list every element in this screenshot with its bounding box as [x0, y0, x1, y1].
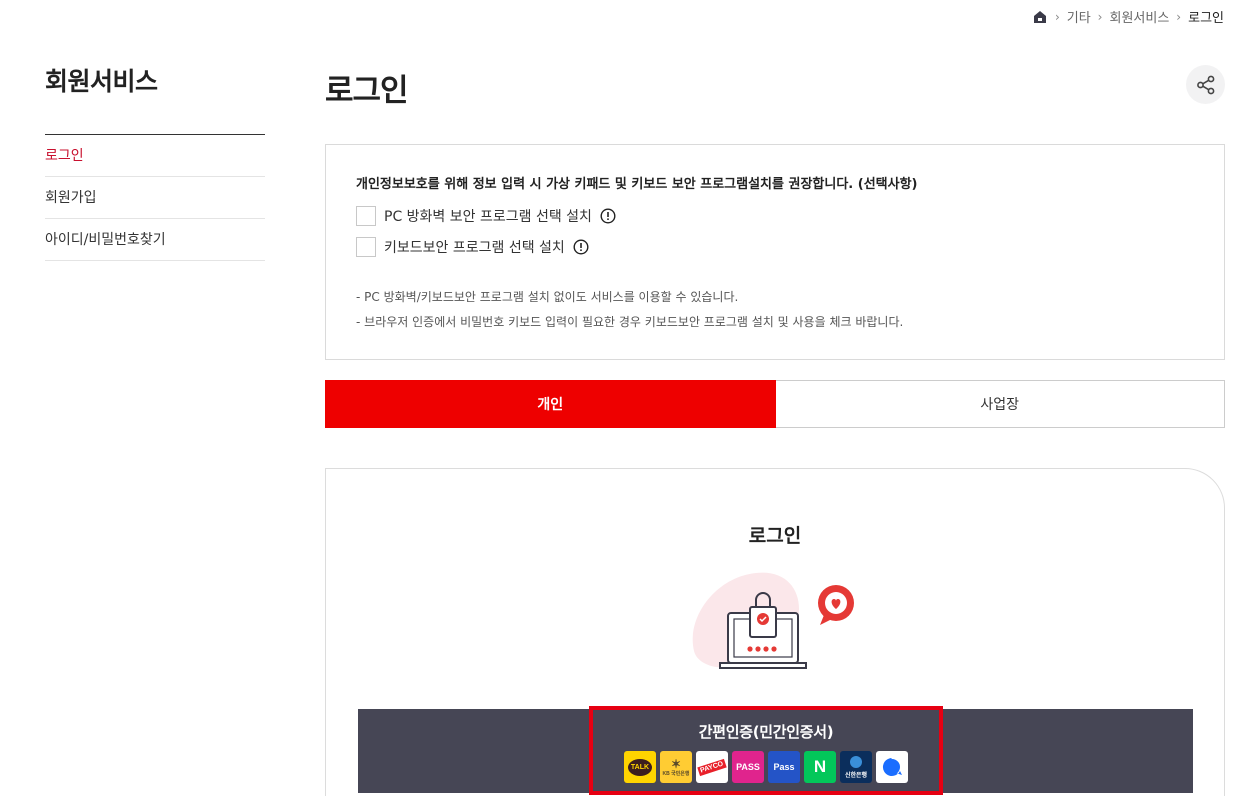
info-icon[interactable]	[600, 208, 616, 224]
kb-bank-icon[interactable]: ✶ KB 국민은행	[660, 751, 692, 783]
firewall-option[interactable]: PC 방화벽 보안 프로그램 선택 설치	[356, 206, 1194, 226]
keyboard-security-option-label: 키보드보안 프로그램 선택 설치	[384, 240, 565, 256]
share-button[interactable]	[1186, 65, 1225, 104]
breadcrumb-current: 로그인	[1188, 11, 1224, 26]
chevron-right-icon: ›	[1097, 9, 1103, 24]
tab-personal[interactable]: 개인	[325, 380, 776, 428]
toss-icon[interactable]	[876, 751, 908, 783]
firewall-checkbox[interactable]	[356, 206, 376, 226]
pass-icon[interactable]: PASS	[732, 751, 764, 783]
share-icon	[1195, 74, 1217, 96]
chevron-right-icon: ›	[1176, 9, 1182, 24]
kakao-talk-icon[interactable]: TALK	[624, 751, 656, 783]
notice-bullets: PC 방화벽/키보드보안 프로그램 설치 없이도 서비스를 이용할 수 있습니다…	[356, 285, 1194, 335]
keyboard-security-option[interactable]: 키보드보안 프로그램 선택 설치	[356, 237, 1194, 257]
shinhan-bank-icon[interactable]: 신한은행	[840, 751, 872, 783]
sidebar-title: 회원서비스	[45, 67, 158, 96]
member-type-tabs: 개인 사업장	[325, 380, 1225, 428]
notice-heading: 개인정보보호를 위해 정보 입력 시 가상 키패드 및 키보드 보안 프로그램설…	[356, 177, 918, 192]
notice-bullet: 브라우저 인증에서 비밀번호 키보드 입력이 필요한 경우 키보드보안 프로그램…	[356, 310, 1194, 335]
page-title: 로그인	[325, 73, 409, 109]
samsung-pass-icon[interactable]: Pass	[768, 751, 800, 783]
security-notice: 개인정보보호를 위해 정보 입력 시 가상 키패드 및 키보드 보안 프로그램설…	[325, 144, 1225, 360]
login-card-title: 로그인	[748, 525, 802, 547]
tab-business[interactable]: 사업장	[775, 380, 1225, 428]
simple-auth-button[interactable]: 간편인증(민간인증서) TALK ✶ KB 국민은행 PAYCO PASS Pas…	[589, 706, 943, 795]
sidebar: 회원서비스 로그인 회원가입 아이디/비밀번호찾기	[45, 62, 265, 261]
breadcrumb-item[interactable]: 회원서비스	[1109, 7, 1169, 26]
auth-provider-list: TALK ✶ KB 국민은행 PAYCO PASS Pass N 신한은행	[624, 751, 908, 783]
firewall-option-label: PC 방화벽 보안 프로그램 선택 설치	[384, 209, 592, 225]
sidebar-item-signup[interactable]: 회원가입	[45, 177, 265, 219]
info-icon[interactable]	[573, 239, 589, 255]
keyboard-security-checkbox[interactable]	[356, 237, 376, 257]
breadcrumb-item[interactable]: 기타	[1067, 7, 1091, 26]
secure-laptop-illustration	[692, 572, 854, 669]
breadcrumb: › 기타 › 회원서비스 › 로그인	[1032, 7, 1224, 26]
login-card: 로그인 간편인증(민간인증서) TALK ✶ KB 국민은행 PAYCO PAS…	[325, 468, 1225, 796]
simple-auth-label: 간편인증(민간인증서)	[698, 723, 834, 741]
notice-bullet: PC 방화벽/키보드보안 프로그램 설치 없이도 서비스를 이용할 수 있습니다…	[356, 285, 1194, 310]
sidebar-item-login[interactable]: 로그인	[45, 135, 265, 177]
chevron-right-icon: ›	[1054, 9, 1060, 24]
home-icon[interactable]	[1032, 9, 1048, 25]
payco-icon[interactable]: PAYCO	[696, 751, 728, 783]
sidebar-item-find-id-password[interactable]: 아이디/비밀번호찾기	[45, 219, 265, 261]
naver-icon[interactable]: N	[804, 751, 836, 783]
